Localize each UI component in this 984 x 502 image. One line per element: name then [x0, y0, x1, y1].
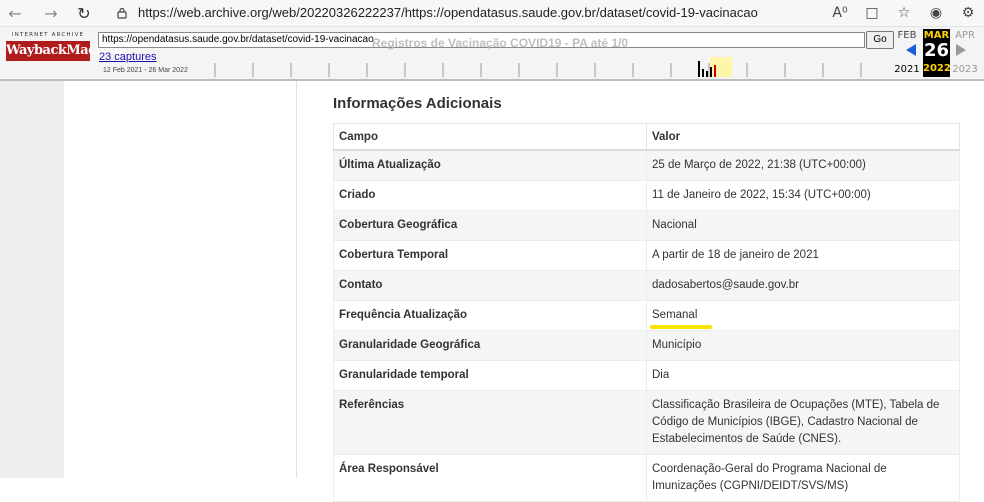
row-key: Cobertura Geográfica — [333, 210, 647, 241]
capture-range: 12 Feb 2021 - 26 Mar 2022 — [103, 67, 188, 74]
row-key: Granularidade temporal — [333, 360, 647, 391]
table-row: Contato dadosabertos@saude.gov.br — [333, 270, 960, 301]
wayback-logo-main: WaybackMachine — [6, 41, 126, 61]
table-row: Frequência Atualização Semanal — [333, 300, 960, 331]
reload-icon[interactable]: ↻ — [73, 2, 95, 24]
table-row: Granularidade Geográfica Município — [333, 330, 960, 361]
table-row: Granularidade temporal Dia — [333, 360, 960, 391]
wayback-toolbar: INTERNET ARCHIVE WaybackMachine https://… — [0, 27, 984, 81]
extensions-icon[interactable]: ⚙ — [952, 2, 984, 24]
browser-toolbar: ← → ↻ https://web.archive.org/web/202203… — [0, 0, 984, 27]
header-campo: Campo — [333, 123, 647, 151]
next-month[interactable]: APR — [952, 30, 978, 41]
capture-timeline[interactable] — [195, 57, 890, 77]
table-row: Cobertura Geográfica Nacional — [333, 210, 960, 241]
page-content: Informações Adicionais Campo Valor Últim… — [0, 81, 984, 502]
row-key: Contato — [333, 270, 647, 301]
section-title: Informações Adicionais — [333, 95, 502, 112]
yellow-highlight-mark — [650, 325, 712, 329]
row-key: Referências — [333, 390, 647, 455]
ghost-page-title: Registros de Vacinação COVID19 - PA até … — [372, 36, 629, 50]
prev-month[interactable]: FEB — [894, 30, 920, 41]
wayback-logo-top: INTERNET ARCHIVE — [11, 32, 85, 38]
current-day: 26 — [923, 40, 950, 61]
reader-view-icon[interactable]: □ — [856, 2, 888, 24]
row-key: Frequência Atualização — [333, 300, 647, 331]
frequency-value: Semanal — [652, 309, 698, 321]
info-table: Campo Valor Última Atualização 25 de Mar… — [333, 123, 960, 502]
lock-icon[interactable] — [116, 7, 128, 19]
left-gutter — [0, 81, 64, 478]
next-year[interactable]: 2023 — [952, 64, 978, 75]
row-value: 25 de Março de 2022, 21:38 (UTC+00:00) — [646, 149, 960, 181]
prev-capture-arrow-icon[interactable] — [906, 44, 916, 56]
row-value: Dia — [646, 360, 960, 391]
current-date: MAR 26 2022 — [923, 29, 951, 77]
row-key: Criado — [333, 180, 647, 211]
captures-link[interactable]: 23 captures — [99, 51, 156, 63]
profile-icon[interactable]: ◉ — [920, 2, 952, 24]
sidebar — [64, 81, 297, 478]
highlighted-value: Semanal — [650, 307, 712, 329]
table-row: Última Atualização 25 de Março de 2022, … — [333, 149, 960, 181]
table-row: Referências Classificação Brasileira de … — [333, 390, 960, 455]
table-header-row: Campo Valor — [333, 123, 960, 151]
row-value: Classificação Brasileira de Ocupações (M… — [646, 390, 960, 455]
prev-year[interactable]: 2021 — [894, 64, 920, 75]
table-row: Cobertura Temporal A partir de 18 de jan… — [333, 240, 960, 271]
row-value-email[interactable]: dadosabertos@saude.gov.br — [646, 270, 960, 301]
back-icon[interactable]: ← — [4, 2, 26, 24]
read-aloud-icon[interactable]: A⁰ — [824, 2, 856, 24]
forward-icon[interactable]: → — [40, 2, 62, 24]
address-bar[interactable]: https://web.archive.org/web/202203262222… — [108, 2, 798, 23]
table-row: Área Responsável Coordenação-Geral do Pr… — [333, 454, 960, 502]
row-value: Semanal — [646, 300, 960, 331]
row-key: Granularidade Geográfica — [333, 330, 647, 361]
table-row: Criado 11 de Janeiro de 2022, 15:34 (UTC… — [333, 180, 960, 211]
row-value: 11 de Janeiro de 2022, 15:34 (UTC+00:00) — [646, 180, 960, 211]
row-value: Município — [646, 330, 960, 361]
next-capture-arrow-icon[interactable] — [956, 44, 966, 56]
row-value: Nacional — [646, 210, 960, 241]
current-year: 2022 — [923, 63, 951, 74]
wayback-go-button[interactable]: Go — [866, 31, 894, 49]
wayback-logo[interactable]: INTERNET ARCHIVE WaybackMachine — [6, 30, 126, 74]
address-url[interactable]: https://web.archive.org/web/202203262222… — [138, 5, 758, 20]
row-key: Cobertura Temporal — [333, 240, 647, 271]
row-key: Área Responsável — [333, 454, 647, 502]
row-value: Coordenação-Geral do Programa Nacional d… — [646, 454, 960, 502]
row-value: A partir de 18 de janeiro de 2021 — [646, 240, 960, 271]
row-key: Última Atualização — [333, 149, 647, 181]
favorite-icon[interactable]: ☆ — [888, 2, 920, 24]
header-valor: Valor — [646, 123, 960, 151]
